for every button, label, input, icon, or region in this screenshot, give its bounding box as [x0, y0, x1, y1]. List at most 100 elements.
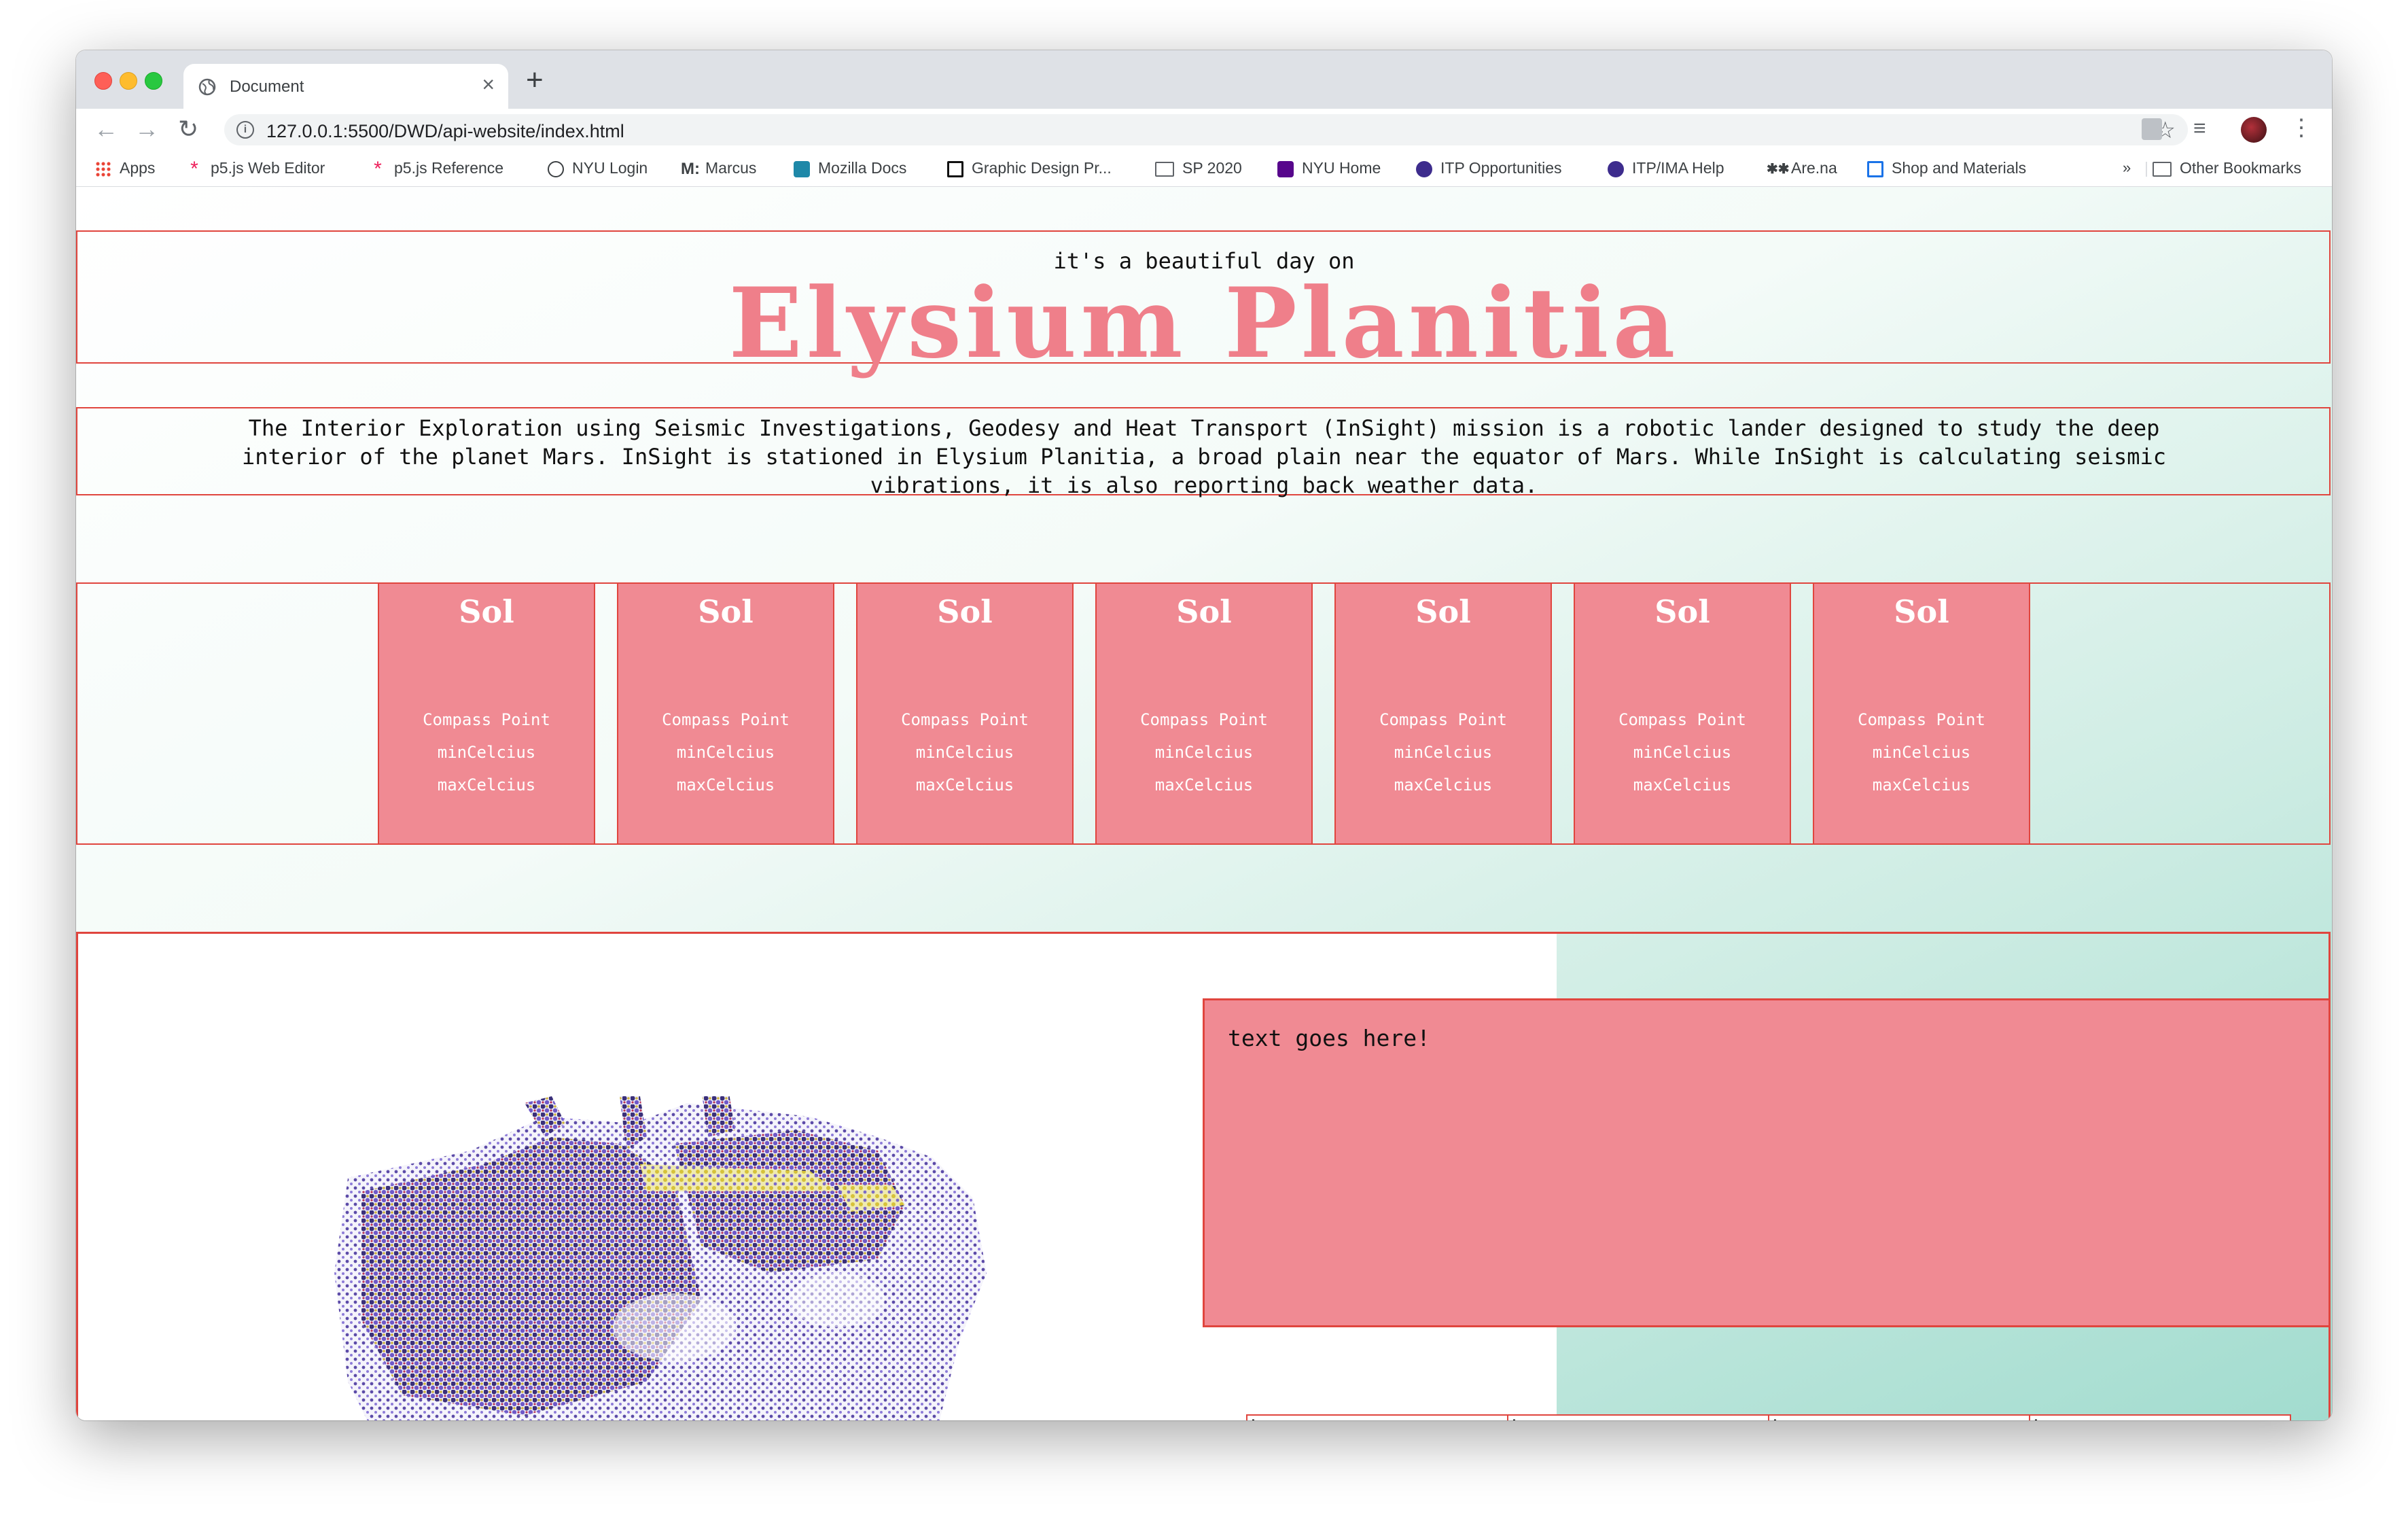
- back-arrow-icon[interactable]: ←: [94, 116, 118, 143]
- bookmark-p5-web-editor[interactable]: * p5.js Web Editor: [186, 157, 325, 180]
- sol-card: Sol Compass Point minCelcius maxCelcius: [1334, 582, 1552, 845]
- compass-point: Compass Point: [901, 710, 1029, 729]
- sol-title: Sol: [459, 593, 514, 630]
- url-text: 127.0.0.1:5500/DWD/api-website/index.htm…: [266, 121, 624, 141]
- tab-document[interactable]: Document ×: [183, 64, 508, 109]
- folder-icon: [1155, 161, 1174, 177]
- menu-dots-icon[interactable]: ⋮: [2290, 116, 2313, 140]
- tab-bar: Document × +: [76, 50, 2332, 109]
- trello-icon: [947, 160, 963, 177]
- bookmark-nyu-login[interactable]: NYU Login: [548, 159, 648, 177]
- p5-asterisk-icon: *: [374, 157, 382, 180]
- folder-icon: [2153, 161, 2172, 177]
- min-celcius: minCelcius: [915, 743, 1014, 762]
- beep-label: beep: [1772, 1416, 1824, 1420]
- beep-label: beep: [1250, 1416, 1303, 1420]
- bookmark-label: Other Bookmarks: [2180, 159, 2301, 177]
- compass-point: Compass Point: [1140, 710, 1268, 729]
- bookmark-shop-materials[interactable]: Shop and Materials: [1867, 159, 2026, 177]
- bookmark-label: NYU Home: [1302, 159, 1381, 177]
- beep-label: beep: [2033, 1416, 2085, 1420]
- maximize-window-button[interactable]: [145, 72, 162, 90]
- bookmark-label: Graphic Design Pr...: [972, 159, 1112, 177]
- sol-title: Sol: [1176, 593, 1232, 630]
- min-celcius: minCelcius: [1394, 743, 1493, 762]
- min-celcius: minCelcius: [437, 743, 536, 762]
- other-bookmarks[interactable]: Other Bookmarks: [2146, 159, 2301, 177]
- bookmark-label: Mozilla Docs: [818, 159, 907, 177]
- compass-point: Compass Point: [1379, 710, 1507, 729]
- arena-icon: ✱✱: [1767, 161, 1790, 177]
- text-box-label: text goes here!: [1228, 1025, 1431, 1051]
- bookmark-itp-ima-help[interactable]: ITP/IMA Help: [1608, 159, 1724, 177]
- bookmark-apps[interactable]: Apps: [95, 159, 155, 177]
- tab-title: Document: [230, 77, 304, 96]
- sol-card: Sol Compass Point minCelcius maxCelcius: [378, 582, 595, 845]
- min-celcius: minCelcius: [1154, 743, 1254, 762]
- m-icon: M:: [681, 159, 700, 178]
- sol-title: Sol: [1894, 593, 1949, 630]
- sol-title: Sol: [937, 593, 993, 630]
- beep-box: beep: [1246, 1414, 1508, 1420]
- extension-icon[interactable]: [2142, 118, 2162, 140]
- max-celcius: maxCelcius: [1872, 775, 1971, 794]
- bookmark-label: ITP/IMA Help: [1632, 159, 1724, 177]
- bookmark-graphic-design[interactable]: Graphic Design Pr...: [947, 159, 1112, 177]
- max-celcius: maxCelcius: [1394, 775, 1493, 794]
- sol-card: Sol Compass Point minCelcius maxCelcius: [1813, 582, 2030, 845]
- bookmark-arena[interactable]: ✱✱ Are.na: [1767, 159, 1837, 177]
- apps-grid-icon: [95, 160, 111, 177]
- minimize-window-button[interactable]: [120, 72, 137, 90]
- insight-lander-halftone-image: [334, 1096, 987, 1420]
- calendar-icon: [1867, 160, 1883, 177]
- bookmark-marcus[interactable]: M: Marcus: [681, 159, 756, 177]
- media-queue-icon[interactable]: ≡: [2193, 116, 2206, 141]
- info-icon[interactable]: i: [236, 121, 254, 139]
- bookmark-mozilla-docs[interactable]: Mozilla Docs: [794, 159, 906, 177]
- sol-card: Sol Compass Point minCelcius maxCelcius: [1574, 582, 1791, 845]
- web-page: it's a beautiful day on Elysium Planitia…: [76, 187, 2332, 1420]
- forward-arrow-icon[interactable]: →: [135, 116, 159, 143]
- max-celcius: maxCelcius: [1633, 775, 1732, 794]
- beep-box: beep: [1507, 1414, 1769, 1420]
- bookmark-itp-opportunities[interactable]: ITP Opportunities: [1416, 159, 1562, 177]
- close-window-button[interactable]: [94, 72, 112, 90]
- page-title: Elysium Planitia: [728, 267, 1680, 380]
- itp-icon: [1416, 160, 1432, 177]
- bookmark-label: Apps: [120, 159, 156, 177]
- bookmarks-overflow-button[interactable]: »: [2123, 159, 2131, 177]
- bookmark-label: p5.js Reference: [394, 159, 504, 177]
- min-celcius: minCelcius: [676, 743, 775, 762]
- p5-asterisk-icon: *: [190, 157, 198, 180]
- reload-icon[interactable]: ↻: [178, 116, 198, 143]
- address-bar[interactable]: i 127.0.0.1:5500/DWD/api-website/index.h…: [224, 114, 2188, 145]
- bookmark-nyu-home[interactable]: NYU Home: [1277, 159, 1381, 177]
- bookmark-label: Marcus: [705, 159, 757, 177]
- min-celcius: minCelcius: [1633, 743, 1732, 762]
- toolbar: ← → ↻ i 127.0.0.1:5500/DWD/api-website/i…: [76, 109, 2332, 151]
- beep-label: beep: [1511, 1416, 1563, 1420]
- itp-icon: [1608, 160, 1624, 177]
- close-icon[interactable]: ×: [482, 73, 495, 95]
- sol-title: Sol: [698, 593, 754, 630]
- bookmark-label: NYU Login: [572, 159, 648, 177]
- nyu-icon: [1277, 160, 1294, 177]
- bookmark-label: p5.js Web Editor: [211, 159, 325, 177]
- bookmark-label: Shop and Materials: [1892, 159, 2027, 177]
- beep-box: beep: [2029, 1414, 2291, 1420]
- beep-box: beep: [1768, 1414, 2030, 1420]
- compass-point: Compass Point: [662, 710, 790, 729]
- globe-icon: [548, 160, 564, 177]
- bookmark-label: Are.na: [1791, 159, 1837, 177]
- text-box: text goes here!: [1203, 998, 2331, 1327]
- bookmark-p5-reference[interactable]: * p5.js Reference: [370, 157, 504, 180]
- bookmarks-bar: Apps * p5.js Web Editor * p5.js Reference …: [76, 151, 2332, 187]
- browser-window: Document × + ← → ↻ i 127.0.0.1:5500/DWD/…: [76, 50, 2332, 1420]
- bookmark-label: ITP Opportunities: [1440, 159, 1562, 177]
- min-celcius: minCelcius: [1872, 743, 1971, 762]
- bookmark-sp-2020[interactable]: SP 2020: [1155, 159, 1242, 177]
- new-tab-button[interactable]: +: [526, 65, 544, 95]
- profile-avatar[interactable]: [2241, 117, 2267, 143]
- mission-description: The Interior Exploration using Seismic I…: [241, 415, 2167, 498]
- globe-icon: [198, 78, 216, 96]
